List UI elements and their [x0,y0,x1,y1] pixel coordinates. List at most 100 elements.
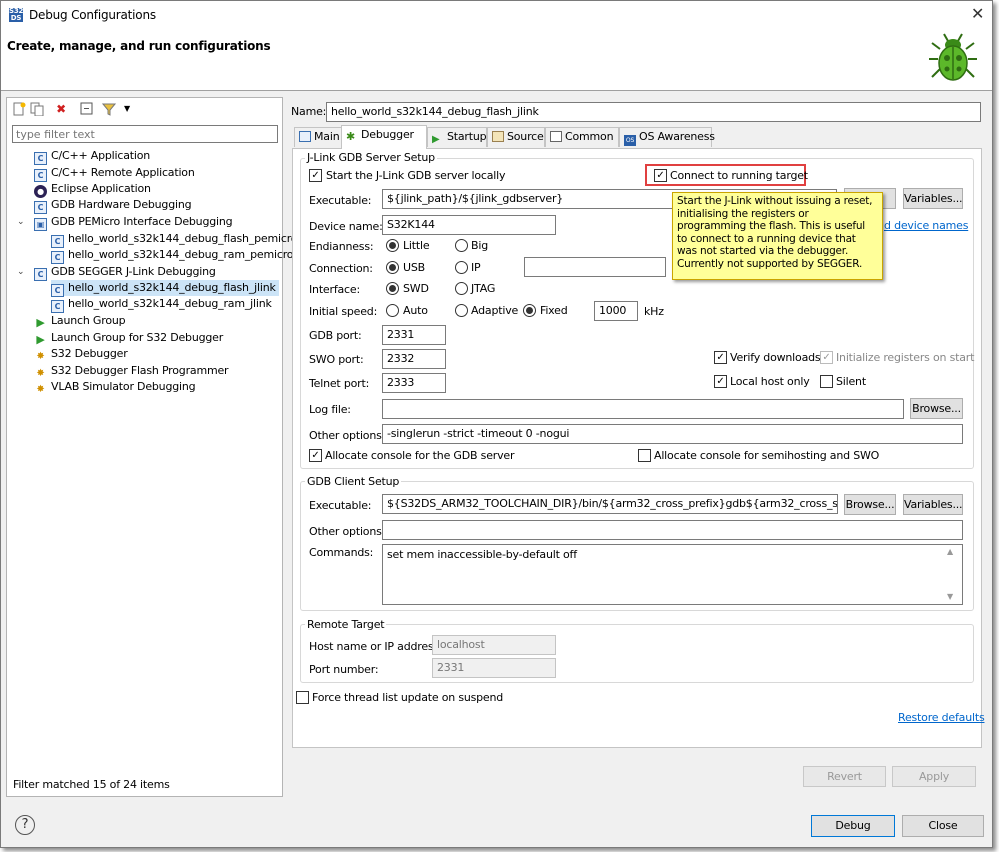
alloc-gdb-console-checkbox[interactable]: ✓ [309,449,322,462]
telnet-port-label: Telnet port: [309,377,370,390]
alloc-semihosting-checkbox[interactable] [638,449,651,462]
local-host-only-checkbox[interactable]: ✓ [714,375,727,388]
window-title: Debug Configurations [29,8,156,22]
usb-radio[interactable] [386,261,399,274]
new-configuration-icon[interactable] [11,102,27,116]
debug-button[interactable]: Debug [811,815,895,837]
little-radio[interactable] [386,239,399,252]
chevron-down-icon[interactable]: ▼ [119,102,135,116]
tree-item-gdb-pemicro[interactable]: ▣ GDB PEMicro Interface Debugging [34,214,233,231]
server-other-options-label: Other options: [309,429,386,442]
help-icon[interactable]: ? [15,815,35,835]
tree-item-flash-pemicro[interactable]: Chello_world_s32k144_debug_flash_pemicro [51,231,298,248]
tree-item-gdb-hardware-debugging[interactable]: C GDB Hardware Debugging [34,197,192,214]
close-button[interactable]: Close [902,815,984,837]
name-field[interactable]: hello_world_s32k144_debug_flash_jlink [326,102,981,122]
tab-main[interactable]: Main [294,127,342,147]
tab-common[interactable]: Common [545,127,619,147]
commands-field[interactable]: set mem inaccessible-by-default off [382,544,963,605]
silent-checkbox[interactable] [820,375,833,388]
tree-item-launch-group[interactable]: ▶ Launch Group [34,313,125,329]
main-tab-icon [299,131,311,142]
remote-target-group-title: Remote Target [305,618,387,631]
tree-item-launch-group-s32[interactable]: ▶ Launch Group for S32 Debugger [34,330,223,346]
scroll-up-icon[interactable]: ▲ [947,547,953,556]
speed-field[interactable]: 1000 [594,301,638,321]
client-exe-field[interactable]: ${S32DS_ARM32_TOOLCHAIN_DIR}/bin/${arm32… [382,494,838,514]
apply-button[interactable]: Apply [892,766,976,787]
start-locally-checkbox[interactable]: ✓ [309,169,322,182]
connect-running-checkbox[interactable]: ✓ [654,169,667,182]
log-browse-button[interactable]: Browse... [910,398,963,419]
collapse-all-icon[interactable] [79,102,95,116]
tree-item-s32-flash-programmer[interactable]: ✸ S32 Debugger Flash Programmer [34,363,228,379]
connect-running-tooltip: Start the J-Link without issuing a reset… [672,192,883,280]
port-number-field[interactable]: 2331 [432,658,556,678]
host-field[interactable]: localhost [432,635,556,655]
endianness-label: Endianness: [309,240,374,253]
client-exe-label: Executable: [309,499,372,512]
server-other-options-field[interactable]: -singlerun -strict -timeout 0 -nogui [382,424,963,444]
log-file-label: Log file: [309,403,351,416]
tree-item-c-cpp-remote-application[interactable]: C C/C++ Remote Application [34,165,195,182]
tree-item-vlab-simulator[interactable]: ✸ VLAB Simulator Debugging [34,379,195,395]
auto-radio[interactable] [386,304,399,317]
swo-port-field[interactable]: 2332 [382,349,446,369]
c-config-icon: C [34,152,47,165]
dialog-header: Create, manage, and run configurations [1,29,992,91]
tab-debugger[interactable]: ✱ Debugger [341,125,427,149]
connection-address-field[interactable] [524,257,666,277]
ip-radio[interactable] [455,261,468,274]
tree-item-flash-jlink[interactable]: Chello_world_s32k144_debug_flash_jlink [51,280,279,297]
device-name-field[interactable]: S32K144 [382,215,556,235]
init-registers-checkbox[interactable]: ✓ [820,351,833,364]
adaptive-radio[interactable] [455,304,468,317]
tree-item-s32-debugger[interactable]: ✸ S32 Debugger [34,346,127,362]
server-exe-label: Executable: [309,194,372,207]
filter-config-icon[interactable] [101,102,117,116]
c-config-icon: C [34,201,47,214]
delete-icon[interactable]: ✖ [53,102,69,116]
force-thread-update-checkbox[interactable] [296,691,309,704]
port-number-label: Port number: [309,663,379,676]
log-file-field[interactable] [382,399,904,419]
verify-downloads-checkbox[interactable]: ✓ [714,351,727,364]
silent-label: Silent [836,375,866,388]
expanded-chevron-icon[interactable]: ⌄ [17,267,25,277]
fixed-radio[interactable] [523,304,536,317]
debug-configurations-window: S32 DS Debug Configurations ✕ Create, man… [0,0,993,848]
tab-source[interactable]: Source [487,127,545,147]
close-window-icon[interactable]: ✕ [971,4,984,23]
gdb-port-field[interactable]: 2331 [382,325,446,345]
restore-defaults-link[interactable]: Restore defaults [898,711,985,724]
tab-startup[interactable]: ▶ Startup [427,127,487,147]
tree-item-ram-jlink[interactable]: Chello_world_s32k144_debug_ram_jlink [51,296,272,313]
title-bar: S32 DS Debug Configurations ✕ [1,1,992,29]
revert-button[interactable]: Revert [803,766,886,787]
fixed-label: Fixed [540,304,568,317]
tree-item-gdb-segger-jlink[interactable]: C GDB SEGGER J-Link Debugging [34,264,216,281]
connect-running-label: Connect to running target [670,169,808,182]
duplicate-icon[interactable] [29,102,45,117]
header-title: Create, manage, and run configurations [7,39,271,53]
swd-label: SWD [403,282,429,295]
startup-tab-icon: ▶ [432,134,440,145]
swd-radio[interactable] [386,282,399,295]
tab-os-awareness[interactable]: OS OS Awareness [619,127,715,147]
tree-item-eclipse-application[interactable]: ● Eclipse Application [34,181,151,198]
tree-item-c-cpp-application[interactable]: C C/C++ Application [34,148,150,165]
telnet-port-field[interactable]: 2333 [382,373,446,393]
filter-input[interactable] [12,125,278,143]
client-variables-button[interactable]: Variables... [903,494,963,515]
scroll-down-icon[interactable]: ▼ [947,592,953,601]
device-names-link[interactable]: d device names [884,219,968,232]
adaptive-label: Adaptive [471,304,519,317]
client-browse-button[interactable]: Browse... [844,494,896,515]
expanded-chevron-icon[interactable]: ⌄ [17,217,25,227]
tree-item-ram-pemicro[interactable]: Chello_world_s32k144_debug_ram_pemicro [51,247,294,264]
jtag-radio[interactable] [455,282,468,295]
server-variables-button[interactable]: Variables... [903,188,963,209]
launch-icon: ▶ [36,316,45,329]
big-radio[interactable] [455,239,468,252]
client-other-options-field[interactable] [382,520,963,540]
